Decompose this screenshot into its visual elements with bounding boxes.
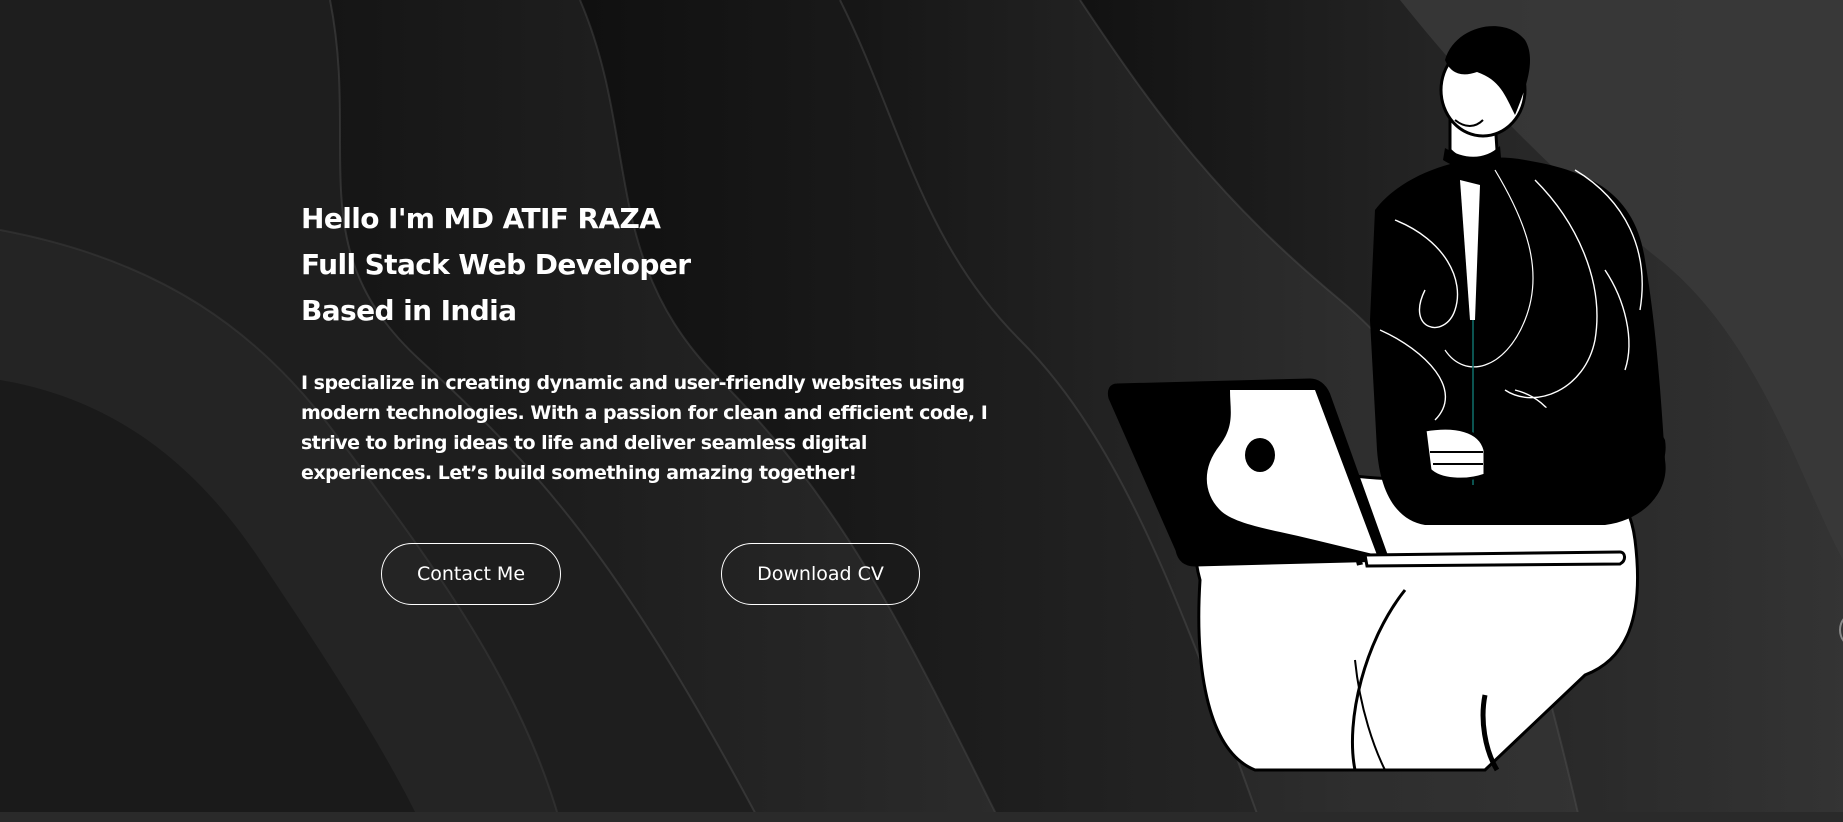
hero-text-block: Hello I'm MD ATIF RAZA Full Stack Web De… [301, 196, 1001, 488]
headline-role: Full Stack Web Developer [301, 248, 691, 281]
edge-ring-icon [1839, 618, 1843, 642]
headline-greeting: Hello I'm MD ATIF RAZA [301, 202, 661, 235]
download-cv-button[interactable]: Download CV [721, 543, 920, 605]
contact-me-button[interactable]: Contact Me [381, 543, 561, 605]
headline-location: Based in India [301, 294, 517, 327]
person-with-laptop-icon [1107, 26, 1666, 772]
hero-page: Hello I'm MD ATIF RAZA Full Stack Web De… [0, 0, 1843, 822]
bottom-strip [0, 812, 1843, 822]
hero-intro-paragraph: I specialize in creating dynamic and use… [301, 372, 988, 484]
hero-headline: Hello I'm MD ATIF RAZA Full Stack Web De… [301, 196, 1001, 334]
